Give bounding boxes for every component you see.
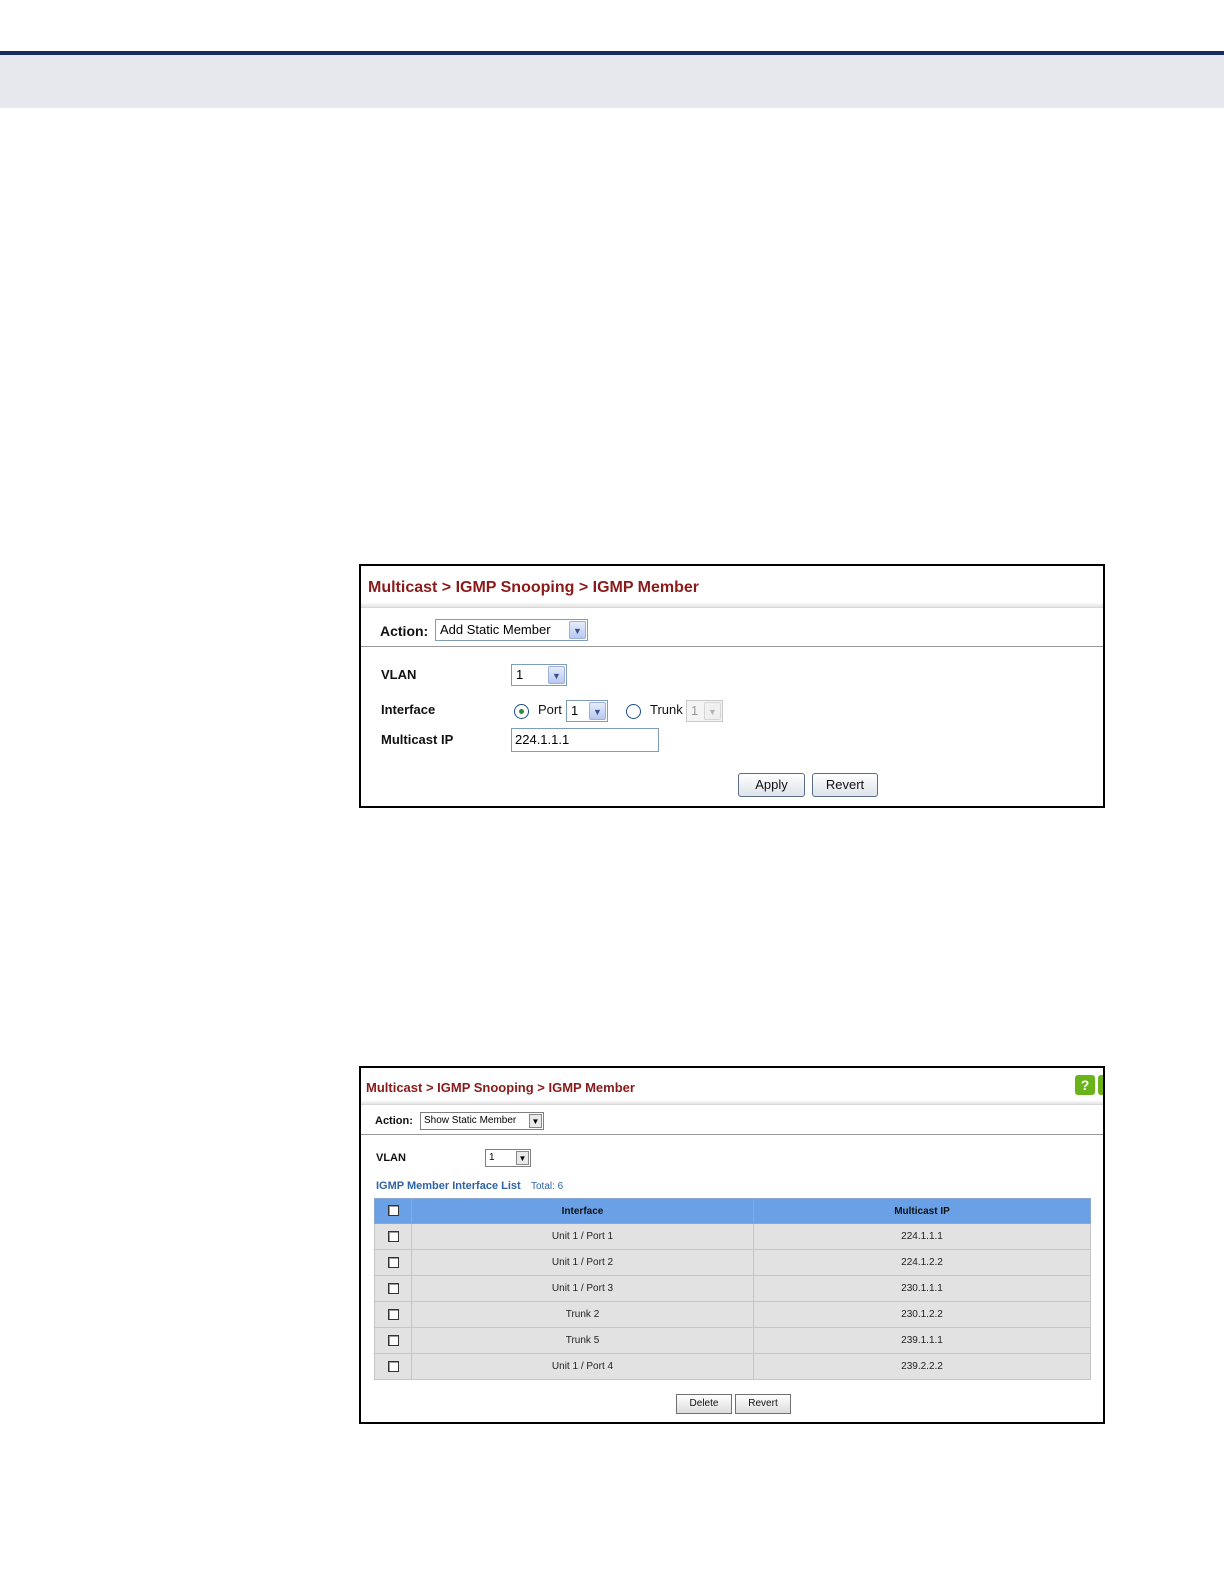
multicast-ip-input[interactable]: 224.1.1.1	[511, 728, 659, 752]
title-divider	[361, 1100, 1103, 1105]
row-checkbox[interactable]	[387, 1230, 399, 1242]
interface-cell: Unit 1 / Port 2	[411, 1249, 754, 1276]
interface-cell: Trunk 2	[411, 1301, 754, 1328]
action-select[interactable]: Show Static Member ▼	[420, 1112, 544, 1130]
row-select-cell	[374, 1327, 412, 1354]
chevron-down-icon: ▼	[704, 702, 721, 720]
interface-cell: Unit 1 / Port 3	[411, 1275, 754, 1302]
action-select[interactable]: Add Static Member ▼	[435, 619, 588, 641]
list-total: Total: 6	[531, 1181, 564, 1192]
chevron-down-icon: ▼	[589, 702, 606, 720]
table-row: Unit 1 / Port 2 224.1.2.2	[374, 1249, 1091, 1276]
interface-cell: Trunk 5	[411, 1327, 754, 1354]
multicast-ip-cell: 230.1.2.2	[753, 1301, 1091, 1328]
list-title: IGMP Member Interface List	[376, 1180, 521, 1192]
next-icon[interactable]	[1098, 1075, 1103, 1095]
row-select-cell	[374, 1249, 412, 1276]
vlan-select[interactable]: 1 ▼	[485, 1149, 531, 1167]
action-label: Action:	[375, 1115, 413, 1127]
section-divider	[361, 1134, 1103, 1135]
port-radio[interactable]	[514, 704, 529, 719]
multicast-ip-cell: 230.1.1.1	[753, 1275, 1091, 1302]
select-all-checkbox[interactable]	[387, 1205, 399, 1217]
row-select-cell	[374, 1301, 412, 1328]
row-select-cell	[374, 1275, 412, 1302]
interface-label: Interface	[381, 702, 436, 717]
apply-button[interactable]: Apply	[738, 773, 805, 797]
multicast-ip-cell: 239.2.2.2	[753, 1353, 1091, 1380]
vlan-select-value: 1	[516, 667, 524, 682]
revert-button[interactable]: Revert	[812, 773, 878, 797]
table-header-row: Interface Multicast IP	[374, 1198, 1091, 1224]
interface-cell: Unit 1 / Port 1	[411, 1223, 754, 1250]
row-checkbox[interactable]	[387, 1256, 399, 1268]
table-row: Trunk 5 239.1.1.1	[374, 1327, 1091, 1354]
chevron-down-icon: ▼	[529, 1114, 542, 1128]
vlan-label: VLAN	[381, 667, 417, 682]
vlan-select[interactable]: 1 ▼	[511, 664, 567, 686]
select-all-cell	[374, 1198, 412, 1224]
chevron-down-icon: ▼	[548, 666, 565, 684]
multicast-ip-cell: 224.1.2.2	[753, 1249, 1091, 1276]
table-row: Trunk 2 230.1.2.2	[374, 1301, 1091, 1328]
page-header-band	[0, 55, 1224, 108]
show-static-member-panel: Multicast > IGMP Snooping > IGMP Member …	[359, 1066, 1105, 1424]
help-icon[interactable]: ?	[1075, 1075, 1095, 1095]
table-row: Unit 1 / Port 1 224.1.1.1	[374, 1223, 1091, 1250]
row-checkbox[interactable]	[387, 1360, 399, 1372]
trunk-radio[interactable]	[626, 704, 641, 719]
row-checkbox[interactable]	[387, 1282, 399, 1294]
radio-selected-dot	[519, 709, 524, 714]
column-header-multicast-ip: Multicast IP	[753, 1198, 1091, 1224]
breadcrumb: Multicast > IGMP Snooping > IGMP Member	[368, 579, 700, 596]
multicast-ip-cell: 239.1.1.1	[753, 1327, 1091, 1354]
port-select-value: 1	[571, 703, 579, 718]
action-label: Action:	[380, 623, 429, 639]
vlan-select-value: 1	[489, 1152, 495, 1163]
section-divider	[361, 646, 1103, 647]
trunk-select-value: 1	[691, 703, 699, 718]
trunk-select[interactable]: 1 ▼	[686, 700, 723, 722]
action-select-value: Show Static Member	[424, 1115, 517, 1126]
row-checkbox[interactable]	[387, 1308, 399, 1320]
multicast-ip-cell: 224.1.1.1	[753, 1223, 1091, 1250]
vlan-label: VLAN	[376, 1152, 406, 1164]
row-select-cell	[374, 1223, 412, 1250]
interface-cell: Unit 1 / Port 4	[411, 1353, 754, 1380]
port-radio-label: Port	[538, 702, 562, 717]
table-row: Unit 1 / Port 3 230.1.1.1	[374, 1275, 1091, 1302]
add-static-member-panel: Multicast > IGMP Snooping > IGMP Member …	[359, 564, 1105, 808]
title-divider	[361, 602, 1103, 608]
chevron-down-icon: ▼	[516, 1151, 529, 1165]
delete-button[interactable]: Delete	[676, 1394, 732, 1414]
chevron-down-icon: ▼	[569, 621, 586, 639]
breadcrumb: Multicast > IGMP Snooping > IGMP Member	[366, 1080, 635, 1095]
port-select[interactable]: 1 ▼	[566, 700, 608, 722]
revert-button[interactable]: Revert	[735, 1394, 791, 1414]
action-select-value: Add Static Member	[440, 622, 551, 637]
row-checkbox[interactable]	[387, 1334, 399, 1346]
igmp-member-table: Interface Multicast IP Unit 1 / Port 1 2…	[374, 1198, 1091, 1380]
table-row: Unit 1 / Port 4 239.2.2.2	[374, 1353, 1091, 1380]
trunk-radio-label: Trunk	[650, 702, 683, 717]
column-header-interface: Interface	[411, 1198, 754, 1224]
multicast-ip-label: Multicast IP	[381, 732, 454, 747]
row-select-cell	[374, 1353, 412, 1380]
